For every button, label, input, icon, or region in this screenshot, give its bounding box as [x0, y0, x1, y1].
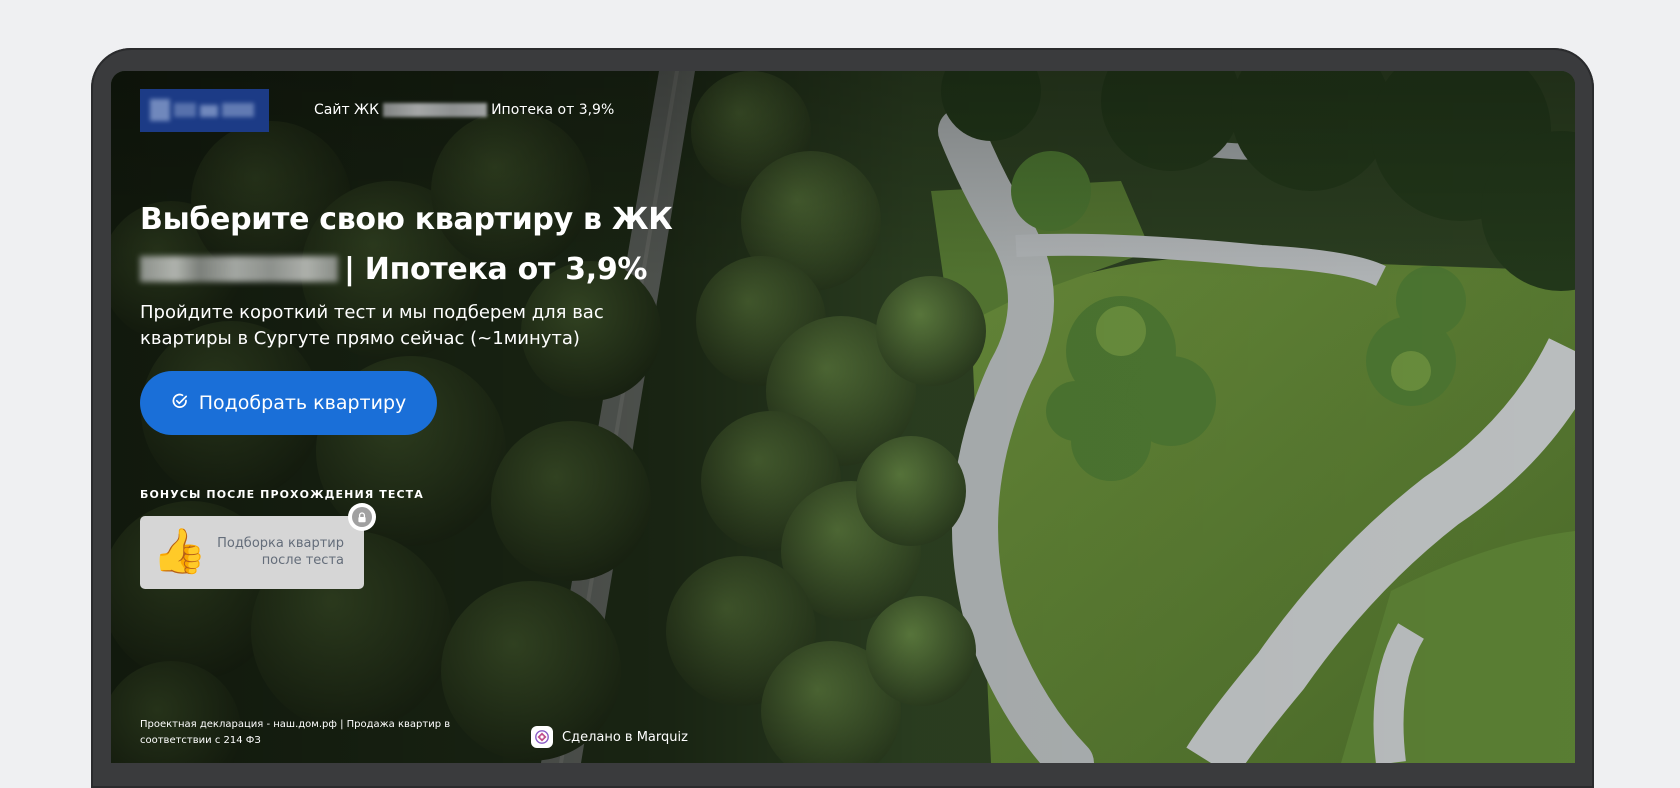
made-by-label: Сделано в Marquiz: [562, 729, 688, 745]
bonus-label: Подборка квартир после теста: [217, 536, 344, 568]
bonus-card[interactable]: 👍 Подборка квартир после теста: [140, 516, 364, 589]
quiz-screen: Сайт ЖК Ипотека от 3,9% Выберите свою кв…: [111, 71, 1575, 763]
site-prefix: Сайт ЖК: [314, 102, 380, 118]
title-line-2: | Ипотека от 3,9%: [344, 252, 648, 287]
mortgage-note: Ипотека от 3,9%: [491, 102, 615, 118]
legal-note[interactable]: Проектная декларация - наш.дом.рф | Прод…: [140, 717, 470, 749]
lock-icon: [348, 503, 376, 531]
page-subtitle: Пройдите короткий тест и мы подберем для…: [140, 302, 604, 349]
thumbs-up-icon: 👍: [152, 526, 207, 577]
pick-apartment-button[interactable]: Подобрать квартиру: [140, 371, 437, 435]
redacted-title-name: [140, 256, 338, 282]
made-by-marquiz-link[interactable]: Сделано в Marquiz: [531, 725, 688, 749]
page-title: Выберите свою квартиру в ЖК | Ипотека от…: [140, 195, 700, 295]
company-logo[interactable]: [140, 89, 269, 132]
check-circle-icon: [171, 392, 189, 415]
site-header-text: Сайт ЖК Ипотека от 3,9%: [314, 99, 614, 121]
title-line-1: Выберите свою квартиру в ЖК: [140, 202, 673, 237]
redacted-complex-name: [383, 103, 488, 117]
marquiz-logo-icon: [531, 726, 553, 748]
cta-label: Подобрать квартиру: [198, 392, 407, 414]
bonuses-title: БОНУСЫ ПОСЛЕ ПРОХОЖДЕНИЯ ТЕСТА: [140, 488, 424, 501]
